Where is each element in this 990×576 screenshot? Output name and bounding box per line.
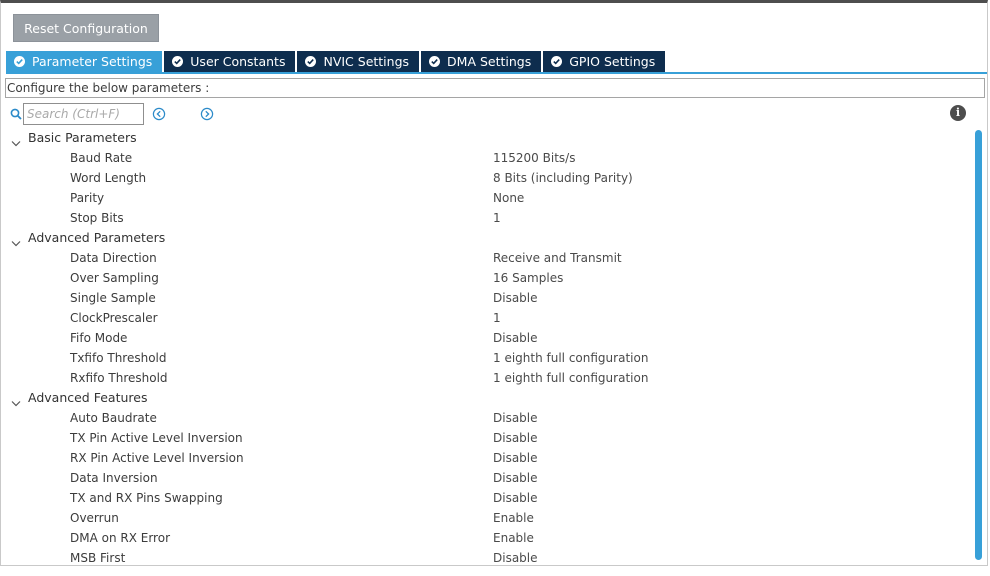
parameter-name: ClockPrescaler bbox=[70, 311, 158, 325]
parameter-name: Rxfifo Threshold bbox=[70, 371, 168, 385]
settings-tab-bar: Parameter Settings User Constants NVIC S… bbox=[6, 51, 667, 72]
parameter-row[interactable]: TX Pin Active Level Inversion Disable bbox=[1, 428, 976, 448]
group-header-basic-parameters[interactable]: Basic Parameters bbox=[1, 128, 976, 148]
parameter-value[interactable]: 1 eighth full configuration bbox=[493, 368, 648, 388]
parameter-panel: Reset Configuration Parameter Settings U… bbox=[0, 0, 988, 566]
check-circle-icon bbox=[551, 56, 563, 67]
parameter-name: TX and RX Pins Swapping bbox=[70, 491, 223, 505]
check-circle-icon bbox=[14, 56, 25, 67]
parameter-row[interactable]: Stop Bits 1 bbox=[1, 208, 976, 228]
parameter-value[interactable]: Enable bbox=[493, 508, 534, 528]
parameter-value[interactable]: Disable bbox=[493, 288, 538, 308]
reset-configuration-button[interactable]: Reset Configuration bbox=[13, 14, 159, 42]
search-row: i bbox=[10, 103, 980, 125]
tab-label: NVIC Settings bbox=[323, 54, 410, 69]
parameter-value[interactable]: None bbox=[493, 188, 524, 208]
parameter-row[interactable]: Data Inversion Disable bbox=[1, 468, 976, 488]
tab-label: GPIO Settings bbox=[569, 54, 656, 69]
parameter-row[interactable]: Single Sample Disable bbox=[1, 288, 976, 308]
parameter-row[interactable]: Txfifo Threshold 1 eighth full configura… bbox=[1, 348, 976, 368]
parameter-name: RX Pin Active Level Inversion bbox=[70, 451, 244, 465]
chevron-down-icon bbox=[11, 134, 21, 147]
search-icon bbox=[10, 108, 22, 120]
tab-gpio-settings[interactable]: GPIO Settings bbox=[543, 51, 666, 72]
tab-underline bbox=[6, 72, 987, 74]
parameter-name: TX Pin Active Level Inversion bbox=[70, 431, 243, 445]
group-header-advanced-features[interactable]: Advanced Features bbox=[1, 388, 976, 408]
tab-nvic-settings[interactable]: NVIC Settings bbox=[297, 51, 420, 72]
parameter-name: Fifo Mode bbox=[70, 331, 128, 345]
configure-instructions: Configure the below parameters : bbox=[5, 78, 985, 98]
parameter-row[interactable]: Parity None bbox=[1, 188, 976, 208]
group-label: Advanced Features bbox=[28, 390, 148, 405]
parameter-value[interactable]: 1 bbox=[493, 308, 501, 328]
parameter-value[interactable]: 16 Samples bbox=[493, 268, 563, 288]
info-icon[interactable]: i bbox=[950, 105, 966, 121]
parameter-row[interactable]: ClockPrescaler 1 bbox=[1, 308, 976, 328]
chevron-down-icon bbox=[11, 394, 21, 407]
parameter-name: DMA on RX Error bbox=[70, 531, 171, 545]
parameter-value[interactable]: Disable bbox=[493, 408, 538, 428]
parameter-name: Auto Baudrate bbox=[70, 411, 157, 425]
tab-parameter-settings[interactable]: Parameter Settings bbox=[6, 51, 163, 72]
group-label: Advanced Parameters bbox=[28, 230, 166, 245]
tab-user-constants[interactable]: User Constants bbox=[164, 51, 296, 72]
parameter-row[interactable]: Fifo Mode Disable bbox=[1, 328, 976, 348]
parameter-row[interactable]: Auto Baudrate Disable bbox=[1, 408, 976, 428]
parameter-row[interactable]: Rxfifo Threshold 1 eighth full configura… bbox=[1, 368, 976, 388]
parameter-row[interactable]: Over Sampling 16 Samples bbox=[1, 268, 976, 288]
vertical-scrollbar[interactable] bbox=[975, 130, 982, 560]
parameter-name: Baud Rate bbox=[70, 151, 133, 165]
check-circle-icon bbox=[429, 56, 441, 67]
tab-label: Parameter Settings bbox=[32, 54, 153, 69]
parameter-value[interactable]: 1 eighth full configuration bbox=[493, 348, 648, 368]
parameter-name: Overrun bbox=[70, 511, 119, 525]
parameter-name: Data Inversion bbox=[70, 471, 158, 485]
parameter-value[interactable]: Disable bbox=[493, 448, 538, 468]
parameter-value[interactable]: Receive and Transmit bbox=[493, 248, 622, 268]
parameter-tree: Basic Parameters Baud Rate 115200 Bits/s… bbox=[1, 128, 976, 565]
parameter-name: Single Sample bbox=[70, 291, 156, 305]
parameter-value[interactable]: Disable bbox=[493, 468, 538, 488]
check-circle-icon bbox=[305, 56, 317, 67]
parameter-name: Data Direction bbox=[70, 251, 157, 265]
group-header-advanced-parameters[interactable]: Advanced Parameters bbox=[1, 228, 976, 248]
parameter-name: Txfifo Threshold bbox=[70, 351, 167, 365]
group-label: Basic Parameters bbox=[28, 130, 137, 145]
parameter-row[interactable]: Baud Rate 115200 Bits/s bbox=[1, 148, 976, 168]
parameter-name: Over Sampling bbox=[70, 271, 159, 285]
parameter-row[interactable]: DMA on RX Error Enable bbox=[1, 528, 976, 548]
tab-label: User Constants bbox=[190, 54, 286, 69]
parameter-row[interactable]: Word Length 8 Bits (including Parity) bbox=[1, 168, 976, 188]
parameter-value[interactable]: Disable bbox=[493, 548, 538, 565]
parameter-value[interactable]: 1 bbox=[493, 208, 501, 228]
parameter-value[interactable]: Disable bbox=[493, 488, 538, 508]
parameter-row[interactable]: Overrun Enable bbox=[1, 508, 976, 528]
parameter-value[interactable]: 115200 Bits/s bbox=[493, 148, 575, 168]
tab-dma-settings[interactable]: DMA Settings bbox=[421, 51, 542, 72]
parameter-row[interactable]: MSB First Disable bbox=[1, 548, 976, 565]
circle-chevron-right-icon[interactable] bbox=[200, 107, 214, 121]
chevron-down-icon bbox=[11, 234, 21, 247]
parameter-row[interactable]: Data Direction Receive and Transmit bbox=[1, 248, 976, 268]
check-circle-icon bbox=[172, 56, 184, 67]
parameter-value[interactable]: Disable bbox=[493, 428, 538, 448]
parameter-name: Word Length bbox=[70, 171, 147, 185]
parameter-row[interactable]: TX and RX Pins Swapping Disable bbox=[1, 488, 976, 508]
parameter-value[interactable]: 8 Bits (including Parity) bbox=[493, 168, 633, 188]
parameter-name: MSB First bbox=[70, 551, 126, 565]
search-input[interactable] bbox=[23, 103, 144, 125]
tab-label: DMA Settings bbox=[447, 54, 532, 69]
circle-chevron-left-icon[interactable] bbox=[152, 107, 166, 121]
parameter-row[interactable]: RX Pin Active Level Inversion Disable bbox=[1, 448, 976, 468]
parameter-value[interactable]: Disable bbox=[493, 328, 538, 348]
parameter-name: Parity bbox=[70, 191, 105, 205]
parameter-name: Stop Bits bbox=[70, 211, 124, 225]
parameter-value[interactable]: Enable bbox=[493, 528, 534, 548]
